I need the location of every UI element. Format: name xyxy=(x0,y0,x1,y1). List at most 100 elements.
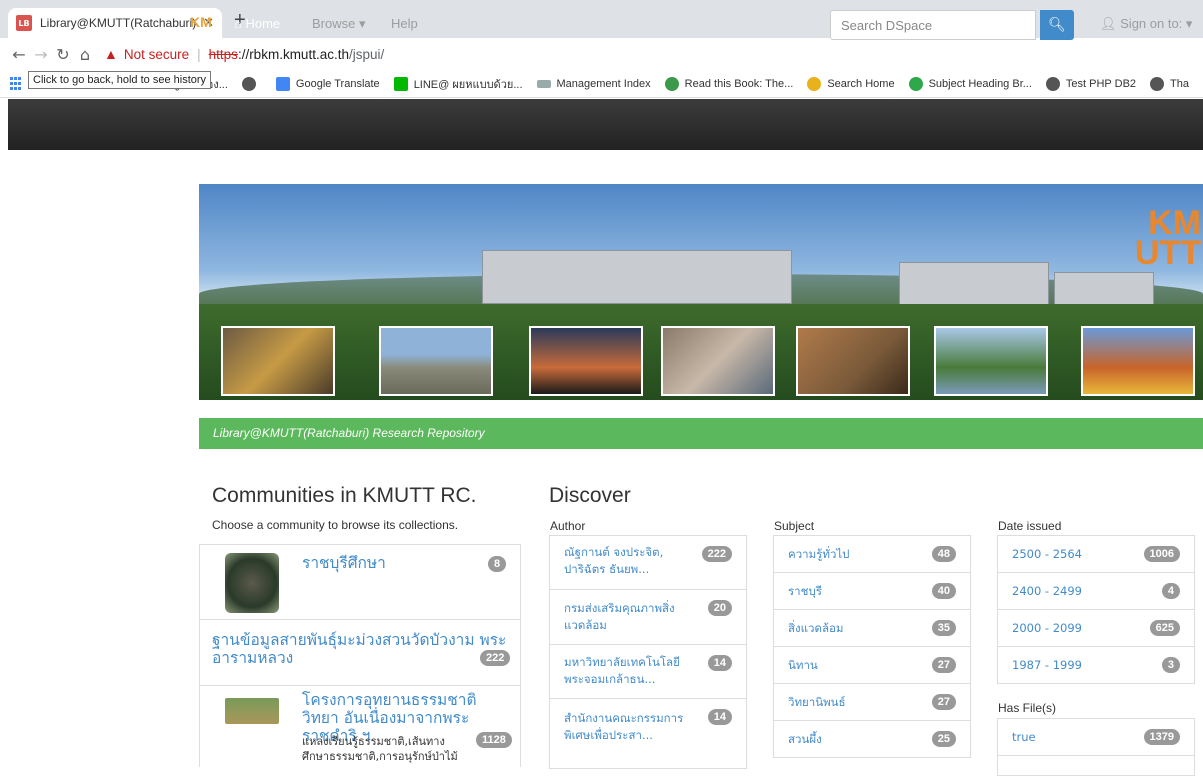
repository-banner: KM UTT xyxy=(199,184,1203,400)
kmutt-logo: KM UTT xyxy=(1134,204,1201,272)
facet-link[interactable]: 2000 - 2099 xyxy=(1012,620,1082,637)
author-facet-item[interactable]: มหาวิทยาลัยเทคโนโลยีพระจอมเกล้าธน... 14 xyxy=(550,645,746,699)
url-protocol: https xyxy=(208,46,238,62)
community-item[interactable]: โครงการอุทยานธรรมชาติวิทยา อันเนื่องมาจา… xyxy=(200,686,520,768)
bookmark-item[interactable]: Google Translate xyxy=(275,76,380,91)
facet-link[interactable]: ความรู้ทั่วไป xyxy=(788,546,850,563)
bookmark-item[interactable]: Subject Heading Br... xyxy=(908,76,1032,91)
date-facet-item[interactable]: 1987 - 1999 3 xyxy=(998,647,1194,684)
author-facet-list: ณัฐกานต์ จงประจิต, ปาริฉัตร ธันยพ... 222… xyxy=(549,535,747,769)
nav-browse-label: Browse xyxy=(312,16,356,31)
author-facet-item[interactable]: สำนักงานคณะกรรมการพิเศษเพื่อประสา... 14 xyxy=(550,699,746,769)
bookmark-label: Test PHP DB2 xyxy=(1065,77,1137,90)
facet-link[interactable]: สวนผึ้ง xyxy=(788,731,822,748)
facet-link[interactable]: ณัฐกานต์ จงประจิต, ปาริฉัตร ธันยพ... xyxy=(564,544,694,578)
date-facet-item[interactable]: 2400 - 2499 4 xyxy=(998,573,1194,610)
facet-link[interactable]: กรมส่งเสริมคุณภาพสิ่งแวดล้อม xyxy=(564,600,694,634)
bookmark-item[interactable]: Management Index xyxy=(536,78,651,90)
subject-facet-list: ความรู้ทั่วไป 48 ราชบุรี 40 สิ่งแวดล้อม … xyxy=(773,535,971,758)
facet-link[interactable]: นิทาน xyxy=(788,657,818,674)
banner-thumbnail xyxy=(1081,326,1195,396)
caret-down-icon: ▾ xyxy=(1185,16,1193,31)
has-files-facet-item[interactable] xyxy=(998,756,1194,776)
community-title[interactable]: ราชบุรีศึกษา xyxy=(302,554,482,572)
facet-count-badge: 14 xyxy=(707,655,732,671)
author-facet-item[interactable]: ณัฐกานต์ จงประจิต, ปาริฉัตร ธันยพ... 222 xyxy=(550,536,746,590)
community-count-badge: 8 xyxy=(488,556,507,572)
facet-count-badge: 3 xyxy=(1161,657,1180,673)
facet-link[interactable]: มหาวิทยาลัยเทคโนโลยีพระจอมเกล้าธน... xyxy=(564,654,694,688)
facet-link[interactable]: true xyxy=(1012,729,1036,746)
bookmark-item[interactable]: Tha xyxy=(1150,76,1189,91)
communities-subheading: Choose a community to browse its collect… xyxy=(212,518,459,532)
back-arrow-icon[interactable]: ← xyxy=(8,43,30,65)
omnibox-divider: | xyxy=(197,46,201,62)
sign-on-label: Sign on to: xyxy=(1120,16,1183,31)
home-icon[interactable]: ⌂ xyxy=(74,43,96,65)
community-title[interactable]: ฐานข้อมูลสายพันธุ์มะม่วงสวนวัดบัวงาม พระ… xyxy=(212,631,512,667)
facet-link[interactable]: วิทยานิพนธ์ xyxy=(788,694,846,711)
date-facet-item[interactable]: 2000 - 2099 625 xyxy=(998,610,1194,647)
apps-grid-icon[interactable] xyxy=(10,76,21,91)
sign-on-dropdown[interactable]: 👤︎ Sign on to: ▾ xyxy=(1100,16,1192,32)
facet-link[interactable]: สำนักงานคณะกรรมการพิเศษเพื่อประสา... xyxy=(564,710,694,744)
site-navbar xyxy=(8,99,1203,150)
kmutt-brand-logo[interactable]: KM xyxy=(190,14,212,38)
search-icon: 🔍︎ xyxy=(1048,17,1066,33)
facet-link[interactable]: ราชบุรี xyxy=(788,583,822,600)
banner-thumbnail xyxy=(661,326,775,396)
date-facet-item[interactable]: 2500 - 2564 1006 xyxy=(998,536,1194,573)
bookmark-item[interactable]: Test PHP DB2 xyxy=(1045,76,1137,91)
facet-link[interactable]: 2400 - 2499 xyxy=(1012,583,1082,600)
facet-link[interactable]: สิ่งแวดล้อม xyxy=(788,620,844,637)
subject-facet-item[interactable]: สวนผึ้ง 25 xyxy=(774,721,970,758)
reload-icon[interactable]: ↻ xyxy=(52,43,74,65)
url-host: ://rbkm.kmutt.ac.th xyxy=(237,46,349,62)
subject-facet-item[interactable]: สิ่งแวดล้อม 35 xyxy=(774,610,970,647)
banner-thumbnail xyxy=(796,326,910,396)
search-button[interactable]: 🔍︎ xyxy=(1040,10,1074,40)
bookmark-label: Tha xyxy=(1170,77,1189,90)
author-facet-item[interactable]: กรมส่งเสริมคุณภาพสิ่งแวดล้อม 20 xyxy=(550,590,746,645)
subject-facet-item[interactable]: ราชบุรี 40 xyxy=(774,573,970,610)
facet-count-badge: 1379 xyxy=(1143,729,1180,745)
subject-facet-item[interactable]: นิทาน 27 xyxy=(774,647,970,684)
date-issued-facet-list: 2500 - 2564 1006 2400 - 2499 4 2000 - 20… xyxy=(997,535,1195,684)
index-icon xyxy=(536,79,551,88)
home-icon: ⌂ xyxy=(234,16,242,31)
nav-home-label: Home xyxy=(245,16,281,31)
community-item[interactable]: ฐานข้อมูลสายพันธุ์มะม่วงสวนวัดบัวงาม พระ… xyxy=(200,620,520,686)
bookmark-label: Google Translate xyxy=(295,77,380,90)
bookmark-item[interactable]: Search Home xyxy=(807,76,895,91)
google-translate-icon xyxy=(275,76,290,91)
address-bar[interactable]: ▲ Not secure | https ://rbkm.kmutt.ac.th… xyxy=(104,46,384,62)
facet-link[interactable]: 1987 - 1999 xyxy=(1012,657,1082,674)
facet-count-badge: 20 xyxy=(707,600,732,616)
facet-link[interactable]: 2500 - 2564 xyxy=(1012,546,1082,563)
has-files-facet-item[interactable]: true 1379 xyxy=(998,719,1194,756)
facet-count-badge: 48 xyxy=(931,546,956,562)
date-issued-facet-label: Date issued xyxy=(998,519,1062,533)
subject-facet-item[interactable]: ความรู้ทั่วไป 48 xyxy=(774,536,970,573)
nav-browse-dropdown[interactable]: Browse ▾ xyxy=(312,16,366,32)
url-path: /jspui/ xyxy=(348,46,385,62)
forward-arrow-icon[interactable]: → xyxy=(30,43,52,65)
facet-count-badge: 625 xyxy=(1149,620,1180,636)
search-input[interactable] xyxy=(830,10,1036,40)
facet-count-badge: 27 xyxy=(931,694,956,710)
warning-triangle-icon: ▲ xyxy=(104,46,118,62)
facet-count-badge: 4 xyxy=(1161,583,1180,599)
bookmark-item[interactable]: Read this Book: The... xyxy=(664,76,793,91)
back-button-tooltip: Click to go back, hold to see history xyxy=(28,71,212,89)
community-thumbnail xyxy=(225,553,279,613)
facet-count-badge: 1006 xyxy=(1143,546,1180,562)
bookmark-item[interactable] xyxy=(241,76,262,91)
nav-home-link[interactable]: ⌂ Home xyxy=(234,16,280,31)
community-item[interactable]: ราชบุรีศึกษา 8 xyxy=(200,545,520,620)
nav-help-link[interactable]: Help xyxy=(391,16,418,31)
facet-count-badge: 35 xyxy=(931,620,956,636)
subject-facet-item[interactable]: วิทยานิพนธ์ 27 xyxy=(774,684,970,721)
community-count-badge: 1128 xyxy=(476,732,512,748)
bookmark-item[interactable]: LINE@ ผยหแบบด้วย... xyxy=(393,75,523,93)
communities-heading: Communities in KMUTT RC. xyxy=(212,484,477,507)
